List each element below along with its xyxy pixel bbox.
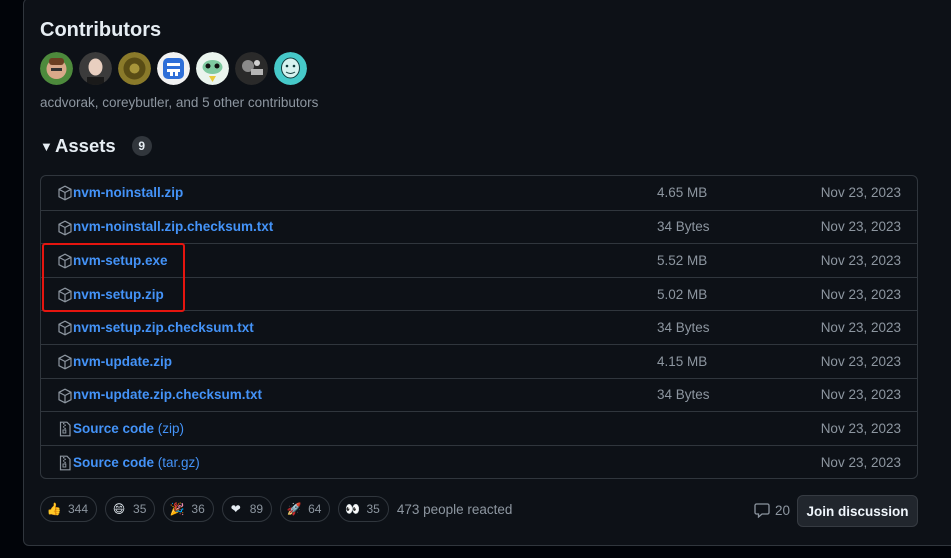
asset-date: Nov 23, 2023 (820, 454, 901, 470)
asset-size: 5.52 MB (657, 252, 708, 268)
package-icon (57, 185, 73, 201)
package-icon (57, 220, 73, 236)
asset-link[interactable]: nvm-update.zip.checksum.txt (73, 387, 262, 402)
contributors-summary: acdvorak, coreybutler, and 5 other contr… (40, 95, 319, 110)
package-icon (57, 388, 73, 404)
avatar-3[interactable] (118, 52, 151, 85)
asset-link[interactable]: nvm-setup.zip.checksum.txt (73, 320, 254, 335)
asset-link[interactable]: nvm-update.zip (73, 354, 172, 369)
reactions-summary: 473 people reacted (396, 501, 513, 517)
asset-link[interactable]: nvm-setup.exe (73, 253, 168, 268)
assets-title: Assets (55, 135, 116, 156)
reaction-count: 344 (68, 502, 89, 516)
asset-link[interactable]: Source code (zip) (73, 421, 184, 436)
asset-row: nvm-setup.zip 5.02 MB Nov 23, 2023 (41, 276, 917, 311)
package-icon (57, 354, 73, 370)
join-discussion-button[interactable]: Join discussion (797, 495, 918, 527)
assets-toggle[interactable]: ▼ Assets 9 (40, 135, 152, 157)
file-zip-icon (57, 421, 73, 437)
heart-emoji-icon: ❤ (230, 502, 241, 516)
rocket-emoji-icon: 🚀 (286, 502, 302, 516)
asset-row: nvm-noinstall.zip 4.65 MB Nov 23, 2023 (41, 176, 917, 210)
avatar-7[interactable] (274, 52, 307, 85)
reaction-thumbs-up-button[interactable]: 👍 344 (40, 496, 98, 522)
asset-date: Nov 23, 2023 (820, 286, 901, 302)
package-icon (57, 287, 73, 303)
caret-down-icon: ▼ (40, 138, 53, 154)
contributor-avatars (40, 52, 307, 85)
reaction-count: 35 (366, 502, 380, 516)
reactions-bar: 👍 344 😄 35 🎉 36 ❤ 89 🚀 64 👀 35 473 people reacted (40, 496, 512, 522)
assets-count-badge: 9 (131, 136, 152, 156)
asset-date: Nov 23, 2023 (820, 420, 901, 436)
reaction-laugh-button[interactable]: 😄 35 (105, 496, 156, 522)
asset-size: 5.02 MB (657, 286, 708, 302)
contributors-title: Contributors (40, 19, 162, 41)
reaction-count: 89 (249, 502, 264, 516)
reaction-count: 35 (133, 502, 147, 516)
asset-link[interactable]: Source code (tar.gz) (73, 455, 200, 470)
asset-link[interactable]: nvm-noinstall.zip.checksum.txt (73, 219, 273, 234)
asset-row: Source code (zip) Nov 23, 2023 (41, 411, 917, 445)
asset-size: 34 Bytes (657, 320, 710, 336)
reaction-eyes-button[interactable]: 👀 35 (338, 496, 389, 522)
reaction-heart-button[interactable]: ❤ 89 (221, 496, 273, 522)
avatar-6[interactable] (235, 52, 268, 85)
asset-date: Nov 23, 2023 (820, 387, 901, 403)
asset-date: Nov 23, 2023 (820, 219, 901, 235)
asset-row: nvm-noinstall.zip.checksum.txt 34 Bytes No… (41, 209, 917, 244)
eyes-emoji-icon: 👀 (344, 502, 360, 516)
file-zip-icon (57, 455, 73, 471)
asset-size: 34 Bytes (657, 387, 710, 403)
asset-date: Nov 23, 2023 (820, 252, 901, 268)
reaction-count: 64 (308, 502, 322, 516)
avatar-5[interactable] (196, 52, 229, 85)
asset-date: Nov 23, 2023 (820, 353, 901, 369)
asset-date: Nov 23, 2023 (820, 185, 901, 201)
reaction-count: 36 (191, 502, 205, 516)
reaction-hooray-button[interactable]: 🎉 36 (163, 496, 214, 522)
asset-size: 4.15 MB (657, 353, 708, 369)
assets-list: nvm-noinstall.zip 4.65 MB Nov 23, 2023 nvm-… (40, 175, 918, 479)
asset-date: Nov 23, 2023 (820, 320, 901, 336)
avatar-4[interactable] (157, 52, 190, 85)
asset-row: nvm-setup.zip.checksum.txt 34 Bytes Nov 23… (41, 310, 917, 344)
comment-count[interactable]: 20 (754, 502, 790, 518)
thumbs-up-emoji-icon: 👍 (46, 502, 62, 516)
comment-icon (754, 503, 770, 518)
asset-row: Source code (tar.gz) Nov 23, 2023 (41, 444, 917, 478)
asset-size: 34 Bytes (657, 219, 710, 235)
reaction-rocket-button[interactable]: 🚀 64 (280, 496, 331, 522)
hooray-emoji-icon: 🎉 (169, 502, 185, 516)
asset-row: nvm-setup.exe 5.52 MB Nov 23, 2023 (41, 243, 917, 277)
comment-count-label: 20 (775, 502, 791, 518)
asset-row: nvm-update.zip.checksum.txt 34 Bytes Nov 2… (41, 377, 917, 412)
package-icon (57, 253, 73, 269)
asset-row: nvm-update.zip 4.15 MB Nov 23, 2023 (41, 343, 917, 378)
asset-link[interactable]: nvm-noinstall.zip (73, 185, 183, 200)
laugh-emoji-icon: 😄 (112, 502, 126, 516)
asset-link[interactable]: nvm-setup.zip (73, 287, 164, 302)
package-icon (57, 320, 73, 336)
avatar-1[interactable] (40, 52, 73, 85)
avatar-2[interactable] (79, 52, 112, 85)
asset-size: 4.65 MB (657, 185, 708, 201)
